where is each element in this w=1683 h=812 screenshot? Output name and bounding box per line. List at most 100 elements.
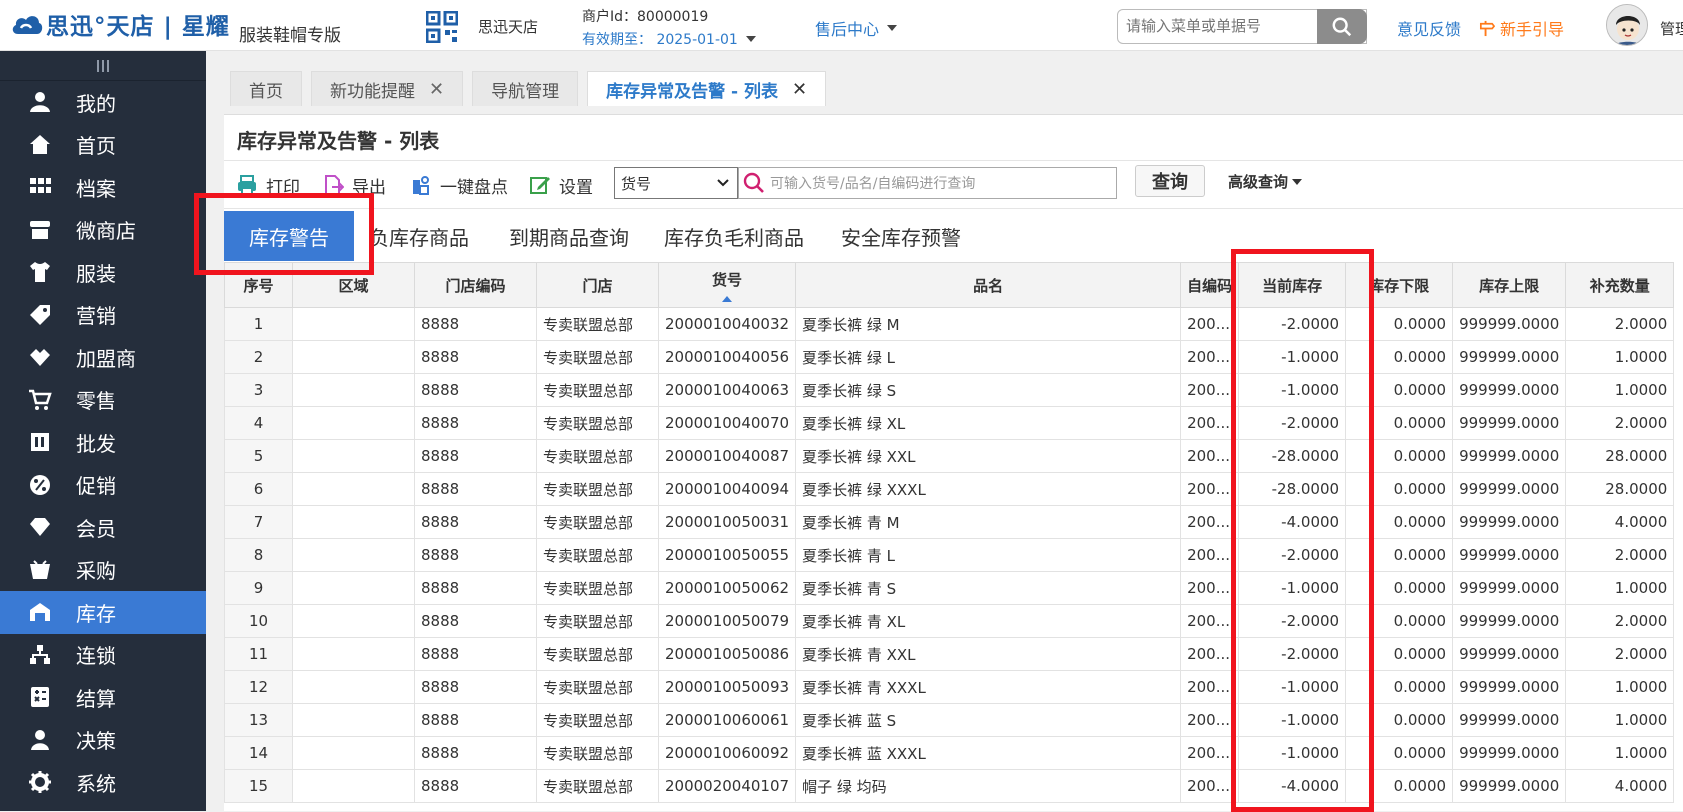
export-button[interactable]: 导出: [322, 170, 386, 200]
tab[interactable]: 导航管理: [472, 71, 579, 106]
table-row[interactable]: 9 8888 专卖联盟总部 2000010050062 夏季长裤 青 S 200... -1…: [224, 571, 1675, 605]
table-row[interactable]: 2 8888 专卖联盟总部 2000010040056 夏季长裤 绿 L 200... -1…: [224, 340, 1675, 374]
table-cell: 帽子 绿 均码: [795, 769, 1182, 803]
subtab[interactable]: 安全库存预警: [841, 211, 961, 261]
column-header[interactable]: 品名: [795, 262, 1182, 308]
feedback-link[interactable]: 意见反馈: [1397, 16, 1461, 40]
search-button[interactable]: [1317, 9, 1367, 44]
table-row[interactable]: 3 8888 专卖联盟总部 2000010040063 夏季长裤 绿 S 200... -1…: [224, 373, 1675, 407]
table-cell: 1.0000: [1565, 340, 1675, 374]
close-icon[interactable]: ✕: [429, 79, 444, 100]
table-row[interactable]: 10 8888 专卖联盟总部 2000010050079 夏季长裤 青 XL 200...…: [224, 604, 1675, 638]
tab[interactable]: 库存异常及告警 - 列表 ✕: [587, 71, 827, 106]
sidebar-collapse-handle[interactable]: [0, 51, 206, 81]
tab-label: 导航管理: [491, 81, 560, 102]
column-header-label: 自编码: [1187, 276, 1233, 295]
table-cell: [292, 637, 415, 671]
shop-name: 思迅天店: [478, 18, 539, 36]
table-cell: 0.0000: [1345, 637, 1454, 671]
table-cell: [292, 769, 415, 803]
column-header[interactable]: 补充数量: [1565, 262, 1675, 308]
table-cell: 999999.0000: [1452, 703, 1567, 737]
table-row[interactable]: 8 8888 专卖联盟总部 2000010050055 夏季长裤 青 L 200... -2…: [224, 538, 1675, 572]
table-row[interactable]: 12 8888 专卖联盟总部 2000010050093 夏季长裤 青 XXXL 200.…: [224, 670, 1675, 704]
table-row[interactable]: 15 8888 专卖联盟总部 2000020040107 帽子 绿 均码 200... -4…: [224, 769, 1675, 803]
sidebar-item[interactable]: 库存: [0, 591, 206, 634]
table-row[interactable]: 4 8888 专卖联盟总部 2000010040070 夏季长裤 绿 XL 200... -…: [224, 406, 1675, 440]
table-row[interactable]: 14 8888 专卖联盟总部 2000010060092 夏季长裤 蓝 XXXL 200.…: [224, 736, 1675, 770]
expiry-dropdown[interactable]: 有效期至： 2025-01-01: [582, 29, 756, 49]
subtab[interactable]: 库存负毛利商品: [664, 211, 804, 261]
table-cell: 12: [224, 670, 293, 704]
print-button[interactable]: 打印: [236, 170, 300, 200]
expiry-date: 有效期至： 2025-01-01: [582, 32, 738, 48]
sidebar-item[interactable]: 服装: [0, 251, 206, 294]
sidebar-item[interactable]: 采购: [0, 549, 206, 592]
table-cell: 8888: [414, 769, 537, 803]
search-field-select[interactable]: 货号: [614, 167, 738, 199]
column-header[interactable]: 自编码: [1180, 262, 1240, 308]
column-header[interactable]: 门店编码: [414, 262, 537, 308]
table-cell: 2000020040107: [657, 769, 797, 803]
brand-logo[interactable]: 思迅°天店 | 星耀: [10, 9, 230, 40]
tab[interactable]: 新功能提醒 ✕: [311, 71, 464, 106]
close-icon[interactable]: ✕: [792, 79, 807, 100]
subtab[interactable]: 负库存商品: [369, 211, 469, 261]
table-cell: 2000010050079: [657, 604, 797, 638]
sidebar-item[interactable]: 微商店: [0, 209, 206, 252]
store-icon: [27, 218, 53, 242]
after-sale-menu[interactable]: 售后中心: [815, 16, 898, 40]
qr-code-icon[interactable]: [425, 10, 459, 44]
column-header[interactable]: 货号: [657, 262, 797, 308]
table-cell: 1: [224, 307, 293, 341]
sidebar-item-label: 库存: [76, 601, 116, 626]
advanced-query-dropdown[interactable]: 高级查询: [1228, 171, 1303, 192]
sidebar-item[interactable]: 决策: [0, 719, 206, 762]
sidebar-item[interactable]: 批发: [0, 421, 206, 464]
subtab[interactable]: 到期商品查询: [509, 211, 629, 261]
table-cell: -1.0000: [1238, 373, 1347, 407]
gear-icon: [27, 770, 53, 794]
subtab[interactable]: 库存警告: [224, 211, 354, 261]
sidebar-item[interactable]: 加盟商: [0, 336, 206, 379]
column-header[interactable]: 当前库存: [1238, 262, 1347, 308]
sidebar-item[interactable]: 系统: [0, 761, 206, 804]
avatar[interactable]: [1606, 4, 1648, 46]
column-header[interactable]: 区域: [292, 262, 415, 308]
table-cell: 999999.0000: [1452, 505, 1567, 539]
sidebar-item[interactable]: 连锁: [0, 634, 206, 677]
table-row[interactable]: 7 8888 专卖联盟总部 2000010050031 夏季长裤 青 M 200... -4…: [224, 505, 1675, 539]
table-row[interactable]: 11 8888 专卖联盟总部 2000010050086 夏季长裤 青 XXL 200..…: [224, 637, 1675, 671]
sidebar-item[interactable]: 零售: [0, 379, 206, 422]
list-panel: 库存异常及告警 - 列表 打印 导出 一键盘点 设置 货号 可输入货号/品名/自…: [194, 114, 1683, 812]
query-button[interactable]: 查询: [1135, 165, 1205, 197]
table-row[interactable]: 5 8888 专卖联盟总部 2000010040087 夏季长裤 绿 XXL 200...…: [224, 439, 1675, 473]
tab[interactable]: 首页: [230, 71, 302, 106]
sidebar-item[interactable]: 档案: [0, 166, 206, 209]
table-row[interactable]: 6 8888 专卖联盟总部 2000010040094 夏季长裤 绿 XXXL 200..…: [224, 472, 1675, 506]
column-header[interactable]: 序号: [224, 262, 293, 308]
column-header[interactable]: 库存上限: [1452, 262, 1567, 308]
sort-asc-icon[interactable]: [722, 295, 733, 302]
column-header[interactable]: 门店: [536, 262, 659, 308]
settings-button[interactable]: 设置: [529, 170, 593, 200]
sidebar-item[interactable]: 结算: [0, 676, 206, 719]
table-row[interactable]: 13 8888 专卖联盟总部 2000010060061 夏季长裤 蓝 S 200... -…: [224, 703, 1675, 737]
printer-icon: [238, 175, 256, 195]
sidebar-item[interactable]: 我的: [0, 81, 206, 124]
sidebar-item[interactable]: 会员: [0, 506, 206, 549]
sidebar-item[interactable]: 首页: [0, 124, 206, 167]
calc-icon: [27, 685, 53, 709]
table-row[interactable]: 1 8888 专卖联盟总部 2000010040032 夏季长裤 绿 M 200... -2…: [224, 307, 1675, 341]
guide-link[interactable]: 新手引导: [1478, 16, 1564, 40]
column-header-label: 门店: [582, 276, 613, 295]
sidebar-item[interactable]: 营销: [0, 294, 206, 337]
admin-label[interactable]: 管理: [1660, 18, 1683, 39]
stocktake-button[interactable]: 一键盘点: [410, 170, 508, 200]
table-cell: [292, 307, 415, 341]
column-header[interactable]: 库存下限: [1345, 262, 1454, 308]
table-cell: 0.0000: [1345, 604, 1454, 638]
table-cell: 2.0000: [1565, 604, 1675, 638]
sidebar-item[interactable]: 促销: [0, 464, 206, 507]
query-field[interactable]: 可输入货号/品名/自编码进行查询: [738, 167, 1117, 199]
